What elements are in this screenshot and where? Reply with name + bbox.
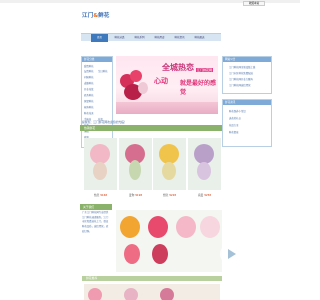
banner-heart-text: 心动 <box>154 77 168 85</box>
nav-item-delivery[interactable]: 鲜花配送 <box>191 34 208 42</box>
category-link[interactable]: 生日鲜花 <box>98 69 108 73</box>
flower-image[interactable] <box>124 244 140 264</box>
news-box-title: 鲜花资讯 <box>223 100 271 105</box>
flower-image[interactable] <box>152 244 168 264</box>
product-price: ¥198 <box>135 193 143 197</box>
flower-image[interactable] <box>160 288 174 300</box>
favorite-button[interactable]: 收藏本站 <box>243 0 265 6</box>
flower-image[interactable] <box>176 216 196 238</box>
category-link[interactable]: 商务鲜花 <box>84 93 94 97</box>
notice-box-title: 网站公告 <box>223 57 271 62</box>
news-item[interactable]: 花语大全 <box>229 123 239 127</box>
wrap-image <box>197 162 211 180</box>
flower-image[interactable] <box>124 288 138 300</box>
notice-item[interactable]: 江门鲜花网诚信经营 <box>229 83 251 87</box>
wrap-image <box>129 160 141 180</box>
product-image[interactable] <box>188 138 221 190</box>
category-sidebar: 鲜花分类 爱情鲜花 友情鲜花 生日鲜花 问候鲜花 道歉鲜花 开业花篮 商务鲜花 … <box>81 56 113 148</box>
hot-section-title: 热销鲜花 <box>80 125 222 131</box>
category-sidebar-title: 鲜花分类 <box>82 57 112 62</box>
product-image[interactable] <box>153 138 186 190</box>
logo-text-right: 鲜花 <box>98 13 110 19</box>
notice-box: 网站公告 江门鲜花网全新改版上线 江门市区鲜花免费配送 江门鲜花网开业大酬宾 江… <box>222 56 272 94</box>
about-text: 广东江门鲜花网专业提供江门鲜花速递服务，江门市区免费送花上门，保证鲜花品质，诚信… <box>82 211 109 233</box>
flower-image <box>194 144 214 164</box>
flower-image[interactable] <box>120 216 140 238</box>
notice-item[interactable]: 江门鲜花网开业大酬宾 <box>229 77 253 81</box>
nav-item-home[interactable]: 首页 <box>91 34 108 42</box>
product-card[interactable]: 爱你 ¥198 <box>119 138 152 197</box>
bottom-gallery <box>84 284 220 300</box>
category-link[interactable]: 祝寿鲜花 <box>84 105 94 109</box>
product-price: ¥168 <box>100 193 108 197</box>
product-name[interactable]: 热恋 <box>94 193 99 197</box>
logo-text-left: 江门 <box>82 13 94 19</box>
flower-image <box>159 144 179 164</box>
product-image[interactable] <box>84 138 117 190</box>
flower-image[interactable] <box>200 216 220 238</box>
watermark-play-icon <box>220 243 242 265</box>
watermark-subtext: KUIDC <box>248 267 287 274</box>
notice-item[interactable]: 江门市区鲜花免费配送 <box>229 71 253 75</box>
nav-item-news[interactable]: 鲜花资讯 <box>171 34 188 42</box>
category-link[interactable]: 鲜花花束 <box>84 111 94 115</box>
wrap-image <box>93 162 107 180</box>
wrap-image <box>162 162 176 180</box>
category-link[interactable]: 爱情鲜花 <box>84 64 94 68</box>
category-link[interactable]: 问候鲜花 <box>84 75 94 79</box>
scrolling-notice: 提醒您：江门鲜花网欢迎您的光临！ <box>82 120 127 124</box>
category-link[interactable]: 开业花篮 <box>84 87 94 91</box>
product-name[interactable]: 想念 <box>163 193 168 197</box>
news-box: 鲜花资讯 鲜花保养小常识 送花的礼仪 花语大全 鲜花寓意 <box>222 99 272 147</box>
product-price: ¥228 <box>169 193 177 197</box>
rose-image <box>130 70 142 82</box>
flower-image <box>90 144 110 164</box>
category-link[interactable]: 道歉鲜花 <box>84 81 94 85</box>
nav-item-uses[interactable]: 鲜花用途 <box>151 34 168 42</box>
product-name[interactable]: 爱你 <box>129 193 134 197</box>
main-nav: 首页 鲜花分类 鲜花系列 鲜花用途 鲜花资讯 鲜花配送 <box>81 33 221 42</box>
product-name[interactable]: 真爱 <box>198 193 203 197</box>
category-link[interactable]: 探望鲜花 <box>84 99 94 103</box>
category-link[interactable]: 友情鲜花 <box>84 69 94 73</box>
nav-item-categories[interactable]: 鲜花分类 <box>111 34 128 42</box>
about-title: 关于我们 <box>80 204 112 210</box>
banner-badge: 江门鲜花网 <box>196 68 214 72</box>
news-item[interactable]: 鲜花寓意 <box>229 130 239 134</box>
promo-banner[interactable]: 全城热恋 江门鲜花网 心动 就是最好的感觉 <box>116 56 218 114</box>
news-item[interactable]: 送花的礼仪 <box>229 116 241 120</box>
flower-image[interactable] <box>148 216 168 238</box>
notice-item[interactable]: 江门鲜花网全新改版上线 <box>229 65 255 69</box>
product-card[interactable]: 想念 ¥228 <box>153 138 186 197</box>
product-gallery <box>116 210 222 272</box>
banner-headline: 全城热恋 <box>162 63 194 72</box>
product-card[interactable]: 真爱 ¥258 <box>188 138 221 197</box>
banner-subline: 就是最好的感觉 <box>180 80 217 96</box>
product-price: ¥258 <box>204 193 212 197</box>
product-card[interactable]: 热恋 ¥168 <box>84 138 117 197</box>
recommend-bar: 鲜花推荐 <box>82 276 222 281</box>
site-logo[interactable]: 江门&鲜花 <box>82 11 109 19</box>
nav-item-series[interactable]: 鲜花系列 <box>131 34 148 42</box>
banner-city-image <box>116 102 218 114</box>
flower-image[interactable] <box>88 288 102 300</box>
product-image[interactable] <box>119 138 152 190</box>
wrap-image <box>138 82 148 94</box>
news-item[interactable]: 鲜花保养小常识 <box>229 109 246 113</box>
